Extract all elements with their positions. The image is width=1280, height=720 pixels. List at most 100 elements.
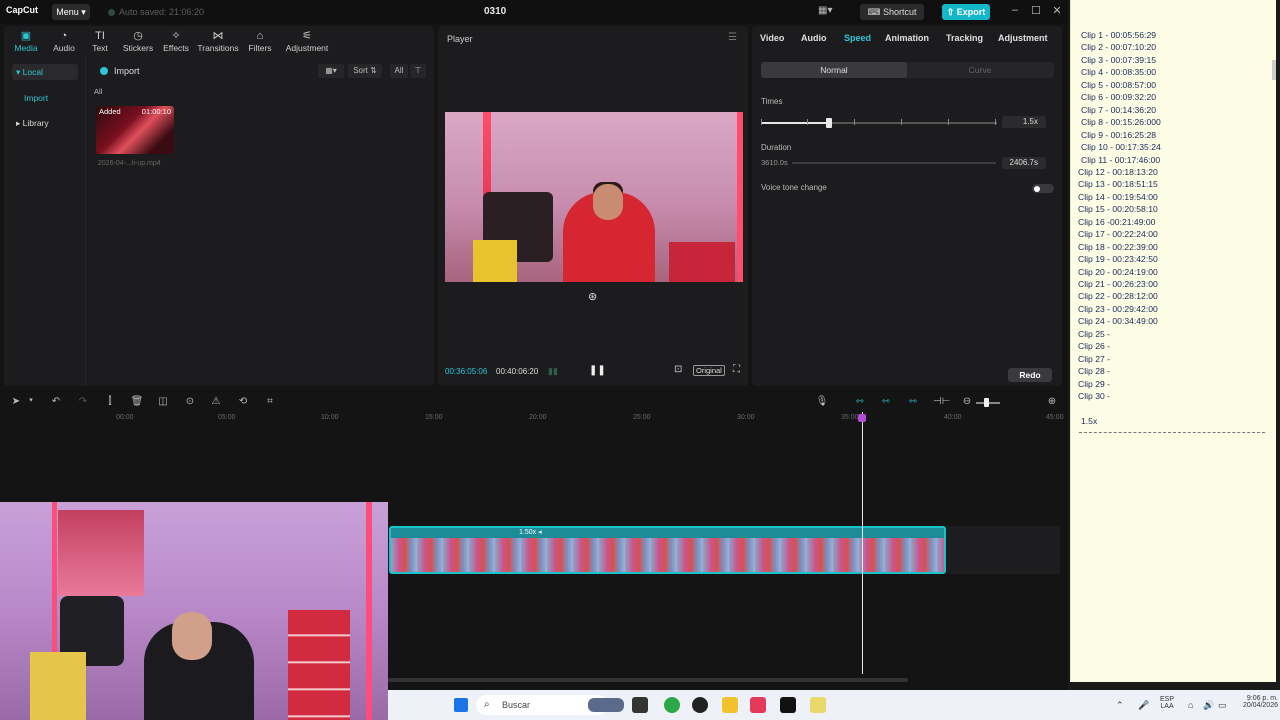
import-icon <box>100 67 108 75</box>
close-icon[interactable]: ✕ <box>1050 4 1064 17</box>
import-button[interactable]: Import <box>100 66 140 76</box>
ruler-mark: 00:00 <box>116 414 134 421</box>
notes-scrollbar[interactable] <box>1272 60 1276 80</box>
capcut-logo: CapCut <box>6 5 38 15</box>
sort-button[interactable]: Sort ⇅ <box>348 64 382 78</box>
note-line: Clip 12 - 00:18:13:20 <box>1078 166 1158 177</box>
split-icon[interactable]: ⫿ <box>103 396 117 407</box>
tab-audio[interactable]: Audio <box>801 33 827 43</box>
undo-icon[interactable]: ↶ <box>49 396 63 407</box>
maximize-icon[interactable]: ☐ <box>1029 4 1043 17</box>
tab-animation[interactable]: Animation <box>885 33 929 43</box>
adjustment-icon: ⚟ <box>302 30 312 42</box>
tray-chevron-icon[interactable]: ⌃ <box>1116 700 1124 711</box>
notes-taskbar-icon[interactable] <box>810 697 826 713</box>
language-indicator[interactable]: ESP LAA <box>1160 696 1174 710</box>
tab-speed[interactable]: Speed <box>844 33 871 43</box>
menu-button[interactable]: Menu ▾ <box>52 4 90 20</box>
search-placeholder: Buscar <box>502 700 531 710</box>
rotate-icon[interactable]: ⊛ <box>588 290 597 303</box>
linkage-icon[interactable]: ⇿ <box>906 396 920 407</box>
sidebar-item-library[interactable]: ▸ Library <box>12 115 78 131</box>
auto-snap-icon[interactable]: ⇿ <box>879 396 893 407</box>
view-grid-icon[interactable]: ▦▾ <box>318 64 344 78</box>
filter-all-button[interactable]: All <box>390 64 408 78</box>
reverse-icon[interactable]: ⊙ <box>183 396 197 407</box>
layout-icon[interactable]: ▦▾ <box>818 5 832 16</box>
duration-value[interactable]: 2406.7s <box>1002 157 1046 169</box>
tab-adjustment[interactable]: Adjustment <box>998 33 1048 43</box>
bag <box>30 652 86 720</box>
mode-normal[interactable]: Normal <box>761 62 907 78</box>
head <box>172 612 212 660</box>
playhead[interactable] <box>862 412 863 674</box>
note-line: Clip 10 - 00:17:35:24 <box>1081 142 1161 153</box>
microphone-icon[interactable]: 🎙 <box>815 396 829 407</box>
mode-curve[interactable]: Curve <box>907 62 1053 78</box>
note-line: Clip 20 - 00:24:19:00 <box>1078 266 1158 277</box>
player-menu-icon[interactable]: ☰ <box>728 32 737 43</box>
voice-tone-toggle[interactable] <box>1032 184 1054 193</box>
media-thumbnail[interactable]: Added 01:00:10 <box>96 106 174 154</box>
tool-effects[interactable]: ✧ Effects <box>154 26 198 54</box>
video-frame[interactable] <box>445 112 743 282</box>
timeline-ruler[interactable]: 00:00 05:00 10:00 15:00 20:00 25:00 30:0… <box>0 414 1068 426</box>
sidebar-item-local[interactable]: ▾ Local <box>12 64 78 80</box>
note-line: Clip 29 - <box>1078 378 1110 389</box>
shortcut-button[interactable]: ⌨ Shortcut <box>860 4 924 20</box>
task-view-icon[interactable] <box>632 697 648 713</box>
playhead-handle[interactable] <box>858 414 866 422</box>
battery-icon[interactable]: ▭ <box>1218 700 1227 711</box>
file-explorer-icon[interactable] <box>722 697 738 713</box>
windows-start-icon[interactable] <box>454 698 468 712</box>
select-tool-icon[interactable]: ➤ <box>9 396 23 407</box>
pause-icon[interactable]: ❚❚ <box>589 365 606 376</box>
main-track-magnet-icon[interactable]: ⇿ <box>853 396 867 407</box>
ruler-mark: 30:00 <box>737 414 755 421</box>
volume-icon[interactable]: 🔊 <box>1203 700 1214 711</box>
capcut-taskbar-icon[interactable] <box>780 697 796 713</box>
preview-axis-icon[interactable]: ⊣⊢ <box>933 396 950 407</box>
tab-tracking[interactable]: Tracking <box>946 33 983 43</box>
tool-label: Stickers <box>122 43 154 53</box>
fit-icon[interactable]: ⊡ <box>674 364 682 375</box>
chevron-down-icon[interactable]: ▾ <box>24 396 38 404</box>
tool-transitions[interactable]: ⋈ Transitions <box>196 26 240 54</box>
sidebar-item-import[interactable]: Import <box>12 90 78 106</box>
note-separator <box>1079 432 1265 433</box>
shortcut-label: Shortcut <box>882 7 917 17</box>
tab-video[interactable]: Video <box>760 33 784 43</box>
redo-button[interactable]: Redo <box>1008 368 1052 382</box>
clip-speed-label: 1.50x ◂ <box>519 529 542 536</box>
app-icon-2[interactable] <box>750 697 766 713</box>
rotate-icon[interactable]: ⟲ <box>236 396 250 407</box>
ratio-button[interactable]: Original <box>693 365 725 376</box>
zoom-out-icon[interactable]: ⊖ <box>960 396 974 407</box>
chrome-icon[interactable] <box>664 697 680 713</box>
network-icon[interactable]: ⌂ <box>1188 700 1193 710</box>
notes-window[interactable]: Clip 1 - 00:05:56:29 Clip 2 - 00:07:10:20… <box>1070 0 1276 682</box>
mic-tray-icon[interactable]: 🎤 <box>1138 700 1149 711</box>
clock[interactable]: 9:06 p. m. 20/04/2026 <box>1232 695 1278 709</box>
tool-filters[interactable]: ⌂ Filters <box>238 26 282 54</box>
timeline-scrollbar[interactable] <box>388 678 908 682</box>
fullscreen-icon[interactable]: ⛶ <box>733 364 740 375</box>
note-line: Clip 8 - 00:15:26:000 <box>1081 117 1161 128</box>
tool-adjustment[interactable]: ⚟ Adjustment <box>282 26 332 54</box>
minimize-icon[interactable]: – <box>1008 4 1022 16</box>
toggle-knob <box>1034 185 1040 192</box>
filter-icon[interactable]: ⊤ <box>410 64 426 78</box>
freeze-icon[interactable]: ◫ <box>156 396 170 407</box>
speed-slider-knob[interactable] <box>826 118 833 128</box>
wall-poster <box>58 510 144 596</box>
mirror-icon[interactable]: ⚠ <box>209 396 223 407</box>
export-button[interactable]: ⇧ Export <box>942 4 990 20</box>
zoom-knob[interactable] <box>984 398 989 407</box>
crop-icon[interactable]: ⌗ <box>263 396 277 407</box>
zoom-fit-icon[interactable]: ⊕ <box>1045 396 1059 407</box>
redo-icon[interactable]: ↷ <box>76 396 90 407</box>
delete-icon[interactable]: 🗑 <box>130 396 144 407</box>
app-icon[interactable] <box>692 697 708 713</box>
times-value[interactable]: 1.5x <box>1002 116 1046 128</box>
note-line: Clip 24 - 00:34:49:00 <box>1078 316 1158 327</box>
